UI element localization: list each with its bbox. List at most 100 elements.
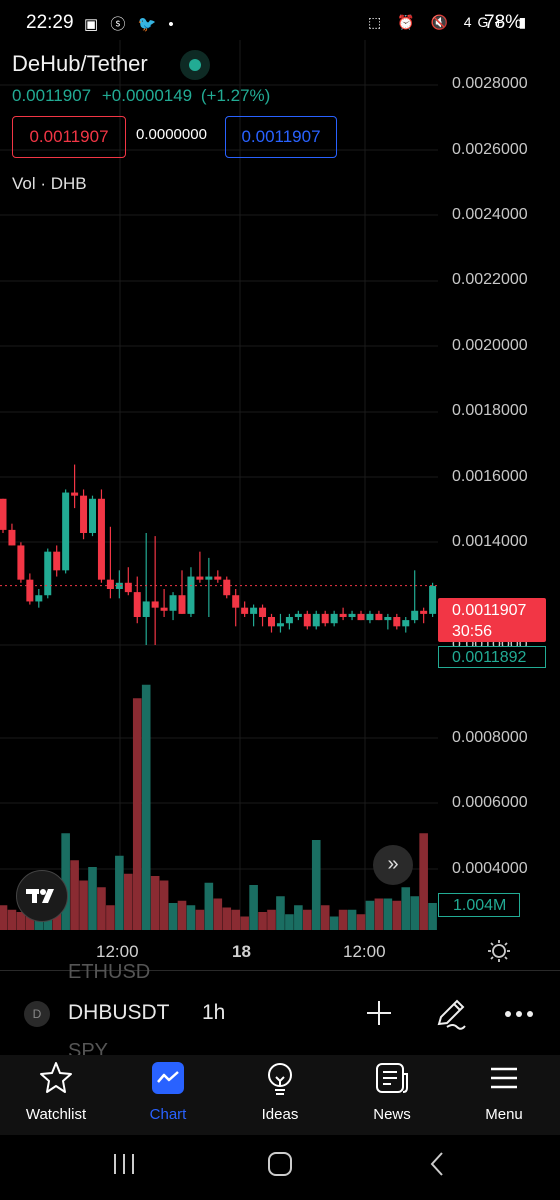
- candle-body: [429, 585, 437, 614]
- candle-body: [384, 617, 392, 621]
- candle-body: [8, 529, 16, 546]
- volume-bar: [276, 896, 285, 930]
- candle-body: [178, 595, 186, 614]
- price-axis-label: 0.0008000: [452, 729, 528, 746]
- candle-body: [276, 623, 284, 627]
- volume-bar: [177, 900, 187, 930]
- nav-news[interactable]: [336, 1060, 448, 1101]
- candle-body: [268, 617, 275, 627]
- volume-bar: [249, 885, 258, 930]
- volume-bar: [141, 684, 151, 930]
- price-axis-label: 0.0022000: [452, 271, 528, 288]
- volume-bar: [320, 905, 330, 930]
- recent-apps-icon[interactable]: [110, 1150, 138, 1183]
- volume-bar: [392, 900, 402, 930]
- volume-bar: [294, 905, 303, 930]
- price-change-line: 0.0011907 +0.0000149 (+1.27%): [12, 86, 270, 106]
- candle-body: [187, 576, 195, 614]
- add-icon[interactable]: [364, 998, 394, 1033]
- candle-body: [124, 582, 132, 593]
- volume-bar: [88, 867, 97, 930]
- spread-value: 0.0000000: [136, 126, 207, 143]
- volume-bar: [258, 912, 267, 930]
- volume-bar: [285, 914, 294, 930]
- volume-bar: [311, 840, 321, 930]
- candle-body: [26, 579, 34, 602]
- price-axis-label: 0.0018000: [452, 402, 528, 419]
- candle-body: [53, 551, 61, 571]
- chart-settings-icon[interactable]: [487, 939, 511, 968]
- time-label: 12:00: [343, 942, 386, 961]
- more-options-icon[interactable]: [503, 1002, 535, 1031]
- volume-indicator-label[interactable]: Vol · DHB: [12, 174, 87, 194]
- price-axis-label: 0.0028000: [452, 75, 528, 92]
- candle-body: [339, 613, 347, 617]
- volume-bar: [186, 905, 196, 930]
- candle-body: [241, 607, 249, 614]
- pair-title[interactable]: DeHub/Tether: [12, 51, 148, 77]
- time-label: 12:00: [96, 942, 139, 961]
- price-axis-label: 0.0024000: [452, 206, 528, 223]
- volume-bar: [159, 880, 169, 930]
- sell-button[interactable]: 0.0011907: [12, 116, 126, 158]
- candle-body: [232, 595, 240, 608]
- volume-bar: [267, 909, 276, 930]
- candle-body: [17, 545, 25, 580]
- nav-label: Chart: [149, 1106, 187, 1123]
- drawing-tool-icon[interactable]: [433, 996, 469, 1037]
- nav-chart[interactable]: [112, 1060, 224, 1101]
- tradingview-logo-icon: [26, 889, 54, 903]
- candle-body: [348, 613, 356, 617]
- candle-body: [151, 601, 159, 608]
- candle-body: [303, 613, 311, 627]
- volume-bar: [428, 903, 437, 930]
- home-icon[interactable]: [266, 1150, 294, 1183]
- candle-body: [330, 613, 338, 624]
- volume-bar: [79, 880, 88, 930]
- volume-bar: [150, 876, 160, 930]
- volume-bar: [124, 873, 133, 930]
- volume-bar: [204, 882, 214, 930]
- candle-body: [375, 613, 383, 621]
- price-axis-label: 0.0004000: [452, 860, 528, 877]
- price-axis-label: 0.0020000: [452, 337, 528, 354]
- nav-watchlist[interactable]: [0, 1060, 112, 1101]
- timeframe-button[interactable]: 1h: [202, 1001, 225, 1025]
- candle-body: [35, 595, 43, 602]
- candle-body: [169, 595, 177, 611]
- volume-bar: [115, 855, 124, 930]
- time-label: 18: [232, 942, 251, 961]
- volume-bar: [195, 909, 205, 930]
- tradingview-logo[interactable]: [16, 870, 68, 922]
- volume-bar: [419, 833, 428, 930]
- candle-body: [97, 498, 105, 580]
- candle-body: [133, 592, 141, 617]
- candle-body: [0, 498, 7, 530]
- market-open-icon: [180, 50, 210, 80]
- scroll-to-realtime-button[interactable]: »: [373, 845, 413, 885]
- candle-body: [285, 617, 293, 624]
- candle-body: [196, 576, 204, 580]
- volume-bar: [329, 916, 339, 930]
- candle-countdown: 30:56: [452, 623, 493, 640]
- candle-body: [312, 613, 320, 627]
- symbol-name-button[interactable]: DHBUSDT: [68, 1001, 170, 1025]
- buy-button[interactable]: 0.0011907: [225, 116, 337, 158]
- news-icon: [376, 1063, 408, 1093]
- price-change: +0.0000149: [101, 86, 193, 105]
- price-axis-label: 0.0026000: [452, 141, 528, 158]
- volume-bar: [410, 896, 419, 930]
- nav-menu[interactable]: [448, 1060, 560, 1101]
- volume-tag: 1.004M: [438, 893, 520, 917]
- volume-bar: [365, 900, 375, 930]
- candle-body: [250, 607, 258, 614]
- volume-bar: [240, 916, 249, 930]
- candle-body: [393, 617, 401, 627]
- volume-bar: [356, 914, 366, 930]
- back-icon[interactable]: [424, 1150, 452, 1183]
- volume-bar: [338, 909, 348, 930]
- price-axis-label: 0.0014000: [452, 533, 528, 550]
- lightbulb-icon: [268, 1063, 292, 1095]
- nav-ideas[interactable]: [224, 1060, 336, 1101]
- current-price-tag: 0.0011907 30:56: [438, 598, 546, 642]
